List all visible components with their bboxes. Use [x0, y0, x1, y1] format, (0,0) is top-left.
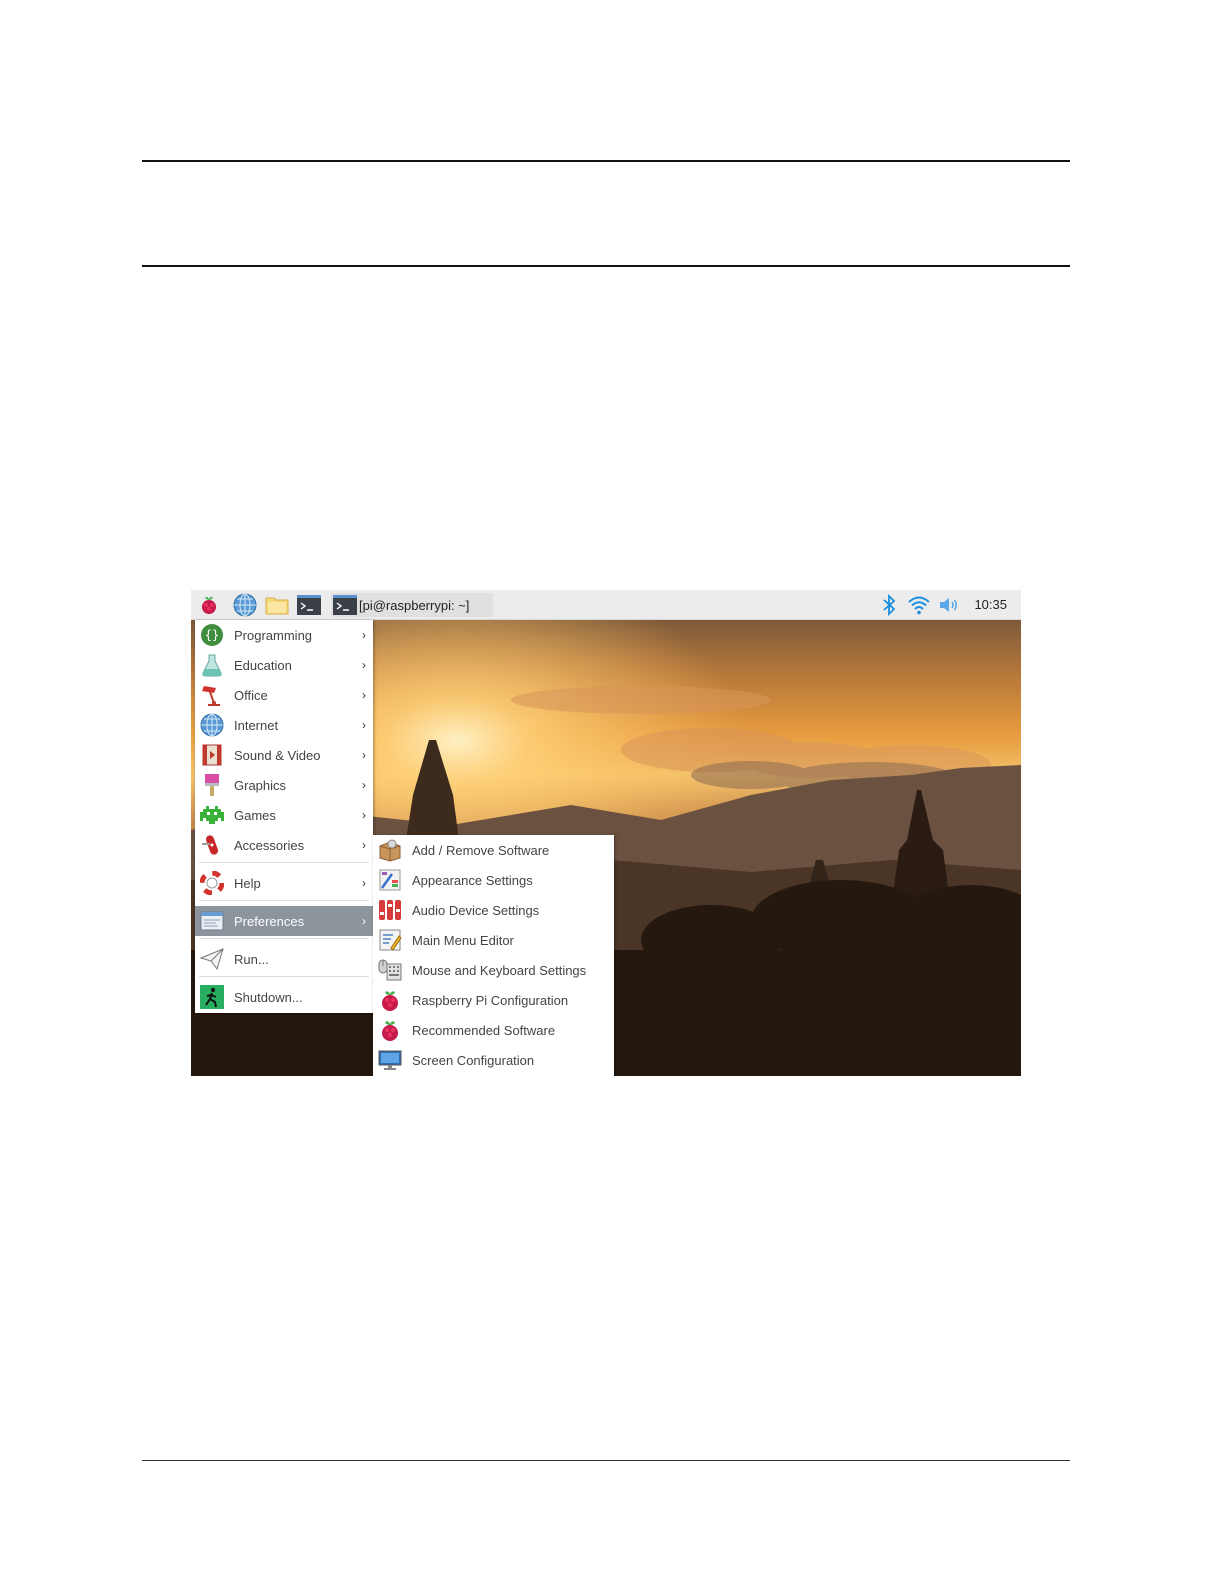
main-menu: {} Programming › Education › Office › In… [195, 620, 373, 1013]
bluetooth-icon[interactable] [877, 593, 901, 617]
exit-icon [200, 985, 224, 1009]
chevron-right-icon: › [362, 808, 366, 822]
taskbar: [pi@raspberrypi: ~] 10:35 [191, 590, 1021, 620]
keyboard-mouse-icon [378, 959, 402, 981]
menu-item-label: Sound & Video [234, 747, 321, 763]
education-icon [202, 654, 222, 677]
menu-item-label: Games [234, 807, 276, 823]
menu-item-label: Graphics [234, 777, 287, 793]
globe-icon[interactable] [233, 593, 257, 617]
menu-item-preferences[interactable]: Preferences › [195, 906, 373, 936]
preferences-icon [200, 911, 224, 931]
submenu-item-label: Appearance Settings [412, 872, 533, 888]
menu-separator [199, 900, 369, 901]
chevron-right-icon: › [362, 838, 366, 852]
menu-item-label: Office [234, 687, 268, 703]
menu-item-accessories[interactable]: Accessories › [195, 830, 373, 860]
chevron-right-icon: › [362, 778, 366, 792]
submenu-item-label: Main Menu Editor [412, 932, 514, 948]
menu-separator [199, 938, 369, 939]
volume-icon[interactable] [937, 593, 961, 617]
chevron-right-icon: › [362, 876, 366, 890]
raspberry-icon [382, 991, 398, 1011]
folder-icon[interactable] [265, 593, 289, 617]
terminal-icon[interactable] [297, 593, 321, 617]
submenu-item-screen-configuration[interactable]: Screen Configuration [373, 1045, 614, 1075]
lifebuoy-icon [200, 871, 224, 895]
menu-item-label: Help [234, 875, 261, 891]
audio-mixer-icon [379, 900, 401, 920]
games-icon [200, 806, 224, 824]
menu-item-games[interactable]: Games › [195, 800, 373, 830]
office-icon [202, 686, 220, 706]
preferences-submenu: Add / Remove Software Appearance Setting… [373, 835, 614, 1076]
chevron-right-icon: › [362, 748, 366, 762]
menu-item-label: Programming [234, 627, 313, 643]
submenu-item-mouse-keyboard-settings[interactable]: Mouse and Keyboard Settings [373, 955, 614, 985]
taskbar-window-terminal[interactable]: [pi@raspberrypi: ~] [331, 593, 493, 617]
submenu-item-recommended-software[interactable]: Recommended Software [373, 1015, 614, 1045]
menu-separator [199, 976, 369, 977]
clock[interactable]: 10:35 [974, 597, 1007, 612]
submenu-item-raspberry-pi-configuration[interactable]: Raspberry Pi Configuration [373, 985, 614, 1015]
menu-item-shutdown[interactable]: Shutdown... [195, 982, 373, 1012]
terminal-icon [333, 595, 357, 615]
menu-item-label: Accessories [234, 837, 305, 853]
menu-item-label: Preferences [234, 913, 305, 929]
chevron-right-icon: › [362, 658, 366, 672]
graphics-icon [205, 774, 219, 796]
menu-item-label: Internet [234, 717, 279, 733]
menu-separator [199, 862, 369, 863]
sound-video-icon [202, 744, 222, 766]
menu-item-label: Run... [234, 951, 269, 967]
taskbar-window-label: [pi@raspberrypi: ~] [359, 597, 470, 613]
globe-icon [200, 713, 224, 737]
desktop-screenshot: [pi@raspberrypi: ~] 10:35 {} Programming… [191, 590, 1021, 1076]
appearance-icon [379, 869, 401, 891]
menu-editor-icon [379, 929, 402, 951]
chevron-right-icon: › [362, 718, 366, 732]
menu-item-label: Shutdown... [234, 989, 303, 1005]
accessories-icon [202, 835, 219, 855]
menu-item-internet[interactable]: Internet › [195, 710, 373, 740]
page-rule-second [142, 265, 1070, 267]
menu-item-sound-video[interactable]: Sound & Video › [195, 740, 373, 770]
programming-icon: {} [201, 624, 223, 646]
package-icon [379, 839, 401, 862]
submenu-item-add-remove-software[interactable]: Add / Remove Software [373, 835, 614, 865]
chevron-right-icon: › [362, 688, 366, 702]
raspberry-icon [382, 1021, 398, 1041]
menu-item-run[interactable]: Run... [195, 944, 373, 974]
svg-text:{}: {} [205, 628, 219, 642]
menu-item-office[interactable]: Office › [195, 680, 373, 710]
submenu-item-audio-device-settings[interactable]: Audio Device Settings [373, 895, 614, 925]
submenu-item-label: Audio Device Settings [412, 902, 540, 918]
menu-item-graphics[interactable]: Graphics › [195, 770, 373, 800]
submenu-item-label: Recommended Software [412, 1022, 556, 1038]
menu-item-education[interactable]: Education › [195, 650, 373, 680]
submenu-item-label: Add / Remove Software [412, 842, 550, 858]
paper-plane-icon [200, 948, 224, 971]
monitor-icon [378, 1050, 402, 1070]
submenu-item-label: Raspberry Pi Configuration [412, 992, 569, 1008]
submenu-item-label: Mouse and Keyboard Settings [412, 962, 587, 978]
menu-item-programming[interactable]: {} Programming › [195, 620, 373, 650]
chevron-right-icon: › [362, 914, 366, 928]
submenu-item-label: Screen Configuration [412, 1052, 535, 1068]
chevron-right-icon: › [362, 628, 366, 642]
raspberry-icon[interactable] [197, 593, 221, 617]
page-rule-top [142, 160, 1070, 162]
submenu-item-appearance-settings[interactable]: Appearance Settings [373, 865, 614, 895]
page-rule-bottom [142, 1460, 1070, 1461]
submenu-item-main-menu-editor[interactable]: Main Menu Editor [373, 925, 614, 955]
wifi-icon[interactable] [907, 593, 931, 617]
menu-item-help[interactable]: Help › [195, 868, 373, 898]
menu-item-label: Education [234, 657, 292, 673]
